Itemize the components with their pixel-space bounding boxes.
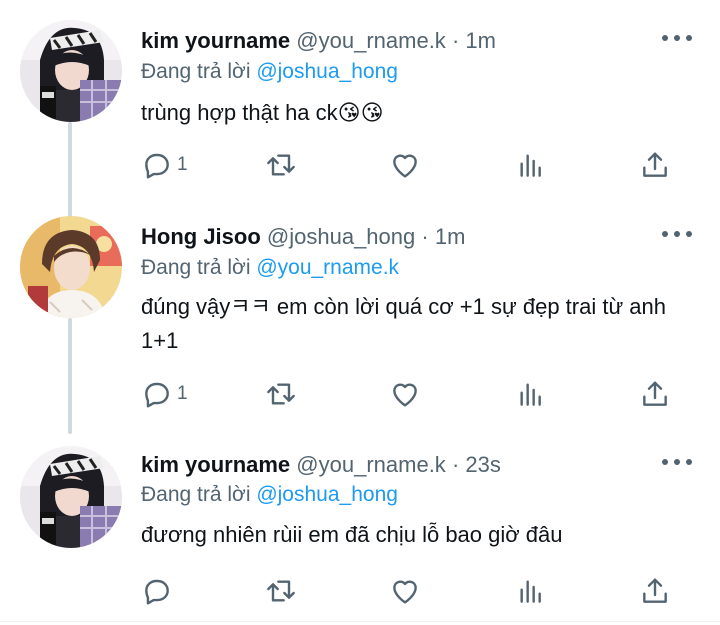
- retweet-button[interactable]: [265, 574, 297, 608]
- share-icon: [643, 381, 667, 406]
- like-button[interactable]: [389, 148, 421, 182]
- reply-button[interactable]: 1: [141, 377, 188, 411]
- display-name[interactable]: kim yourname: [141, 452, 290, 477]
- divider: [0, 621, 720, 622]
- tweet-header: kim yourname @you_rname.k · 1m: [141, 28, 496, 54]
- replying-to: Đang trả lời @you_rname.k: [141, 256, 399, 280]
- user-handle[interactable]: @joshua_hong: [267, 224, 415, 249]
- replying-to: Đang trả lời @joshua_hong: [141, 483, 398, 507]
- separator: ·: [421, 224, 429, 249]
- share-button[interactable]: [639, 377, 671, 411]
- like-button[interactable]: [389, 574, 421, 608]
- separator: ·: [451, 28, 460, 53]
- action-bar: 1: [141, 377, 681, 411]
- tweet-text: trùng hợp thật ha ck😘😘: [141, 100, 384, 125]
- replying-prefix: Đang trả lời: [141, 256, 251, 279]
- share-button[interactable]: [639, 574, 671, 608]
- share-icon: [643, 152, 667, 177]
- like-button[interactable]: [389, 377, 421, 411]
- more-icon[interactable]: [662, 28, 692, 48]
- like-icon: [393, 154, 417, 178]
- analytics-button[interactable]: [515, 574, 547, 608]
- analytics-button[interactable]: [515, 148, 547, 182]
- tweet-header: Hong Jisoo @joshua_hong · 1m: [141, 224, 465, 250]
- avatar[interactable]: [20, 20, 122, 122]
- action-bar: [141, 574, 681, 608]
- replying-prefix: Đang trả lời: [141, 483, 251, 506]
- reply-count: 1: [177, 383, 188, 404]
- retweet-button[interactable]: [265, 377, 297, 411]
- analytics-button[interactable]: [515, 377, 547, 411]
- more-icon[interactable]: [662, 452, 692, 472]
- display-name[interactable]: kim yourname: [141, 28, 290, 53]
- reply-button[interactable]: [141, 574, 173, 608]
- avatar[interactable]: [20, 216, 122, 318]
- retweet-icon: [267, 383, 295, 405]
- tweet-3[interactable]: kim yourname @you_rname.k · 23s Đang trả…: [0, 432, 720, 622]
- user-handle[interactable]: @you_rname.k: [296, 452, 446, 477]
- reply-button[interactable]: 1: [141, 148, 188, 182]
- timestamp[interactable]: 1m: [465, 28, 496, 53]
- reply-count: 1: [177, 154, 188, 175]
- tweet-text: đúng vậyㅋㅋ em còn lời quá cơ +1 sự đẹp t…: [141, 294, 666, 353]
- user-handle[interactable]: @you_rname.k: [296, 28, 446, 53]
- display-name[interactable]: Hong Jisoo: [141, 224, 261, 249]
- action-bar: 1: [141, 148, 681, 182]
- retweet-button[interactable]: [265, 148, 297, 182]
- reply-icon: [145, 382, 169, 408]
- like-icon: [393, 580, 417, 604]
- share-icon: [643, 578, 667, 603]
- avatar[interactable]: [20, 446, 122, 548]
- separator: ·: [451, 452, 460, 477]
- tweet-header: kim yourname @you_rname.k · 23s: [141, 452, 501, 478]
- timestamp[interactable]: 23s: [465, 452, 500, 477]
- retweet-icon: [267, 154, 295, 176]
- retweet-icon: [267, 580, 295, 602]
- thread-line: [68, 122, 72, 218]
- replying-handle[interactable]: @joshua_hong: [256, 60, 398, 83]
- thread-line: [68, 318, 72, 434]
- share-button[interactable]: [639, 148, 671, 182]
- tweet-2[interactable]: Hong Jisoo @joshua_hong · 1m Đang trả lờ…: [0, 210, 720, 434]
- more-icon[interactable]: [662, 224, 692, 244]
- tweet-text: đương nhiên rùii em đã chịu lỗ bao giờ đ…: [141, 522, 563, 547]
- analytics-icon: [520, 154, 541, 177]
- replying-handle[interactable]: @you_rname.k: [256, 256, 399, 279]
- analytics-icon: [520, 383, 541, 406]
- analytics-icon: [520, 580, 541, 603]
- timestamp[interactable]: 1m: [435, 224, 466, 249]
- tweet-1[interactable]: kim yourname @you_rname.k · 1m Đang trả …: [0, 0, 720, 218]
- reply-icon: [145, 579, 169, 605]
- like-icon: [393, 383, 417, 407]
- reply-icon: [145, 153, 169, 179]
- replying-to: Đang trả lời @joshua_hong: [141, 60, 398, 84]
- replying-prefix: Đang trả lời: [141, 60, 251, 83]
- replying-handle[interactable]: @joshua_hong: [256, 483, 398, 506]
